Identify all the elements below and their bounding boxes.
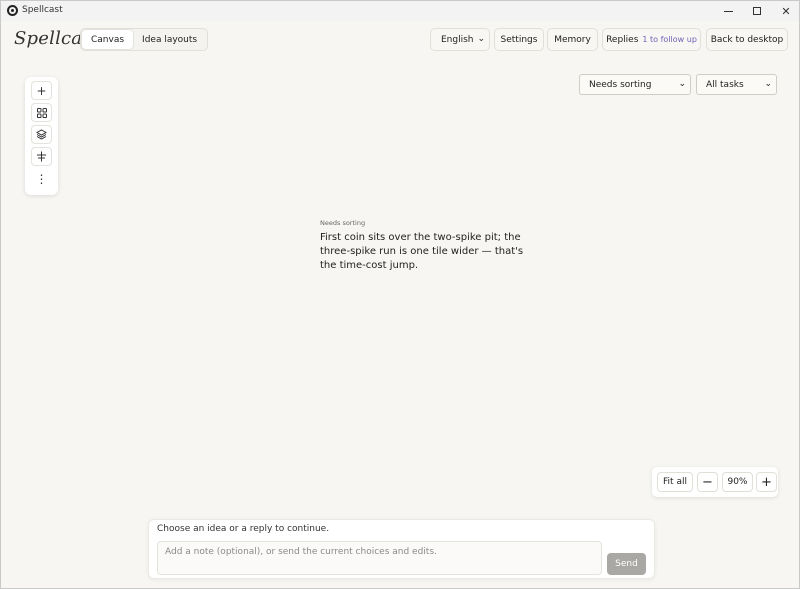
idea-card-text[interactable]: First coin sits over the two-spike pit; … <box>320 231 542 273</box>
chevron-down-icon: ⌄ <box>764 79 772 89</box>
sort-filter-select[interactable]: Needs sorting ⌄ <box>579 74 691 95</box>
title-bar: Spellcast ✕ <box>1 1 799 21</box>
language-value: English <box>441 34 474 45</box>
app-logo-icon <box>7 5 18 16</box>
language-select[interactable]: English ⌄ <box>430 28 490 51</box>
maximize-button[interactable] <box>742 1 772 21</box>
more-vertical-icon: ⋮ <box>35 171 48 186</box>
note-input[interactable] <box>157 541 602 575</box>
fit-all-button[interactable]: Fit all <box>657 472 693 492</box>
composer-panel: Choose an idea or a reply to continue. S… <box>148 519 655 579</box>
align-icon <box>37 151 46 162</box>
settings-button[interactable]: Settings <box>494 28 544 51</box>
grid-view-button[interactable] <box>31 103 52 122</box>
send-button[interactable]: Send <box>607 553 646 575</box>
chevron-down-icon: ⌄ <box>678 79 686 89</box>
memory-button[interactable]: Memory <box>547 28 598 51</box>
zoom-level: 90% <box>722 472 753 492</box>
zoom-controls: Fit all − 90% + <box>652 467 778 497</box>
minimize-icon <box>723 10 733 12</box>
layers-icon <box>36 129 47 140</box>
replies-label: Replies <box>606 34 639 45</box>
replies-button[interactable]: Replies 1 to follow up <box>602 28 701 51</box>
tool-palette: + ⋮ <box>25 77 58 195</box>
composer-prompt: Choose an idea or a reply to continue. <box>157 524 330 534</box>
minus-icon: − <box>702 474 713 490</box>
tasks-filter-value: All tasks <box>706 79 744 90</box>
back-to-desktop-button[interactable]: Back to desktop <box>706 28 788 51</box>
zoom-in-button[interactable]: + <box>756 472 777 492</box>
tab-idea-layouts[interactable]: Idea layouts <box>133 30 206 49</box>
maximize-icon <box>753 7 761 15</box>
align-button[interactable] <box>31 147 52 166</box>
idea-status-tag: Needs sorting <box>320 219 366 227</box>
window-title: Spellcast <box>22 5 63 15</box>
plus-icon: + <box>761 474 772 490</box>
tasks-filter-select[interactable]: All tasks ⌄ <box>696 74 777 95</box>
grid-icon <box>36 107 47 118</box>
add-button[interactable]: + <box>31 81 52 100</box>
close-button[interactable]: ✕ <box>771 1 800 21</box>
layers-button[interactable] <box>31 125 52 144</box>
more-options-button[interactable]: ⋮ <box>31 169 52 188</box>
minimize-button[interactable] <box>713 1 743 21</box>
chevron-down-icon: ⌄ <box>477 34 485 44</box>
sort-filter-value: Needs sorting <box>589 79 652 90</box>
tab-canvas[interactable]: Canvas <box>82 30 134 49</box>
zoom-out-button[interactable]: − <box>697 472 718 492</box>
plus-icon: + <box>36 83 47 98</box>
view-switcher: Canvas Idea layouts <box>80 28 209 51</box>
replies-follow-up-count: 1 to follow up <box>642 35 697 44</box>
close-icon: ✕ <box>781 4 791 18</box>
